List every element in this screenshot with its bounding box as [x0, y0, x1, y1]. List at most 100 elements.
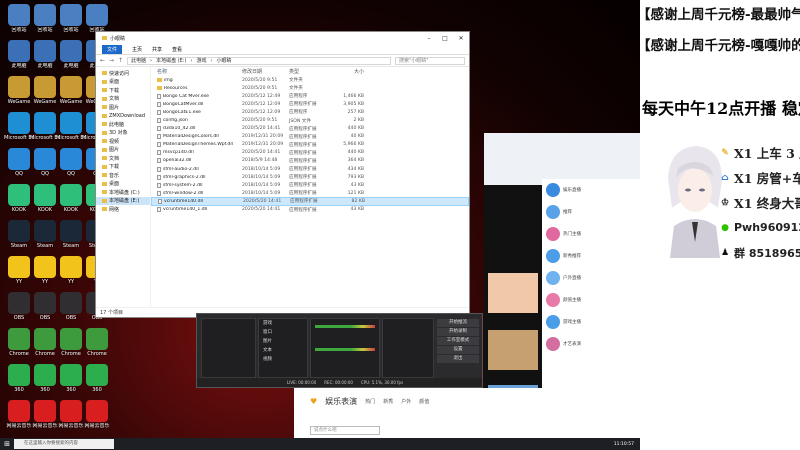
- breadcrumb-item[interactable]: 游戏: [196, 57, 206, 64]
- chat-input[interactable]: 说点什么吧: [310, 426, 380, 435]
- sidebar-item[interactable]: 本地磁盘 (E:): [96, 196, 150, 205]
- stream-thumbnails: [484, 185, 542, 388]
- tab-home[interactable]: 主页: [132, 46, 142, 53]
- file-row[interactable]: config.json 2020/5/20 9:51 JSON 文件 2 KB: [151, 116, 469, 124]
- obs-control-button[interactable]: 退出: [437, 355, 479, 363]
- file-row[interactable]: d3dx10_42.dll 2020/5/20 14:41 应用程序扩展 440 KB: [151, 125, 469, 133]
- room-list-item[interactable]: 娱乐直播: [542, 179, 640, 201]
- sidebar-item[interactable]: 音乐: [96, 171, 150, 180]
- back-icon[interactable]: ←: [100, 57, 105, 64]
- file-row[interactable]: sfml-window-2.dll 2018/10/14 5:09 应用程序扩展 12…: [151, 189, 469, 197]
- sidebar-item[interactable]: 图片: [96, 103, 150, 112]
- file-icon: [157, 182, 161, 188]
- file-row[interactable]: openal32.dll 2018/5/9 14:48 应用程序扩展 364 KB: [151, 157, 469, 165]
- room-list-item[interactable]: 热门主播: [542, 223, 640, 245]
- room-list-item[interactable]: 游戏主播: [542, 311, 640, 333]
- file-row[interactable]: sfml-audio-2.dll 2018/10/14 5:09 应用程序扩展 434…: [151, 165, 469, 173]
- obs-control-button[interactable]: 工作室模式: [437, 337, 479, 345]
- desktop-shortcut[interactable]: 网易云音乐: [82, 400, 112, 429]
- desktop-shortcut[interactable]: 360: [82, 364, 112, 393]
- minimize-button[interactable]: –: [421, 35, 437, 42]
- obs-control-button[interactable]: 开始推流: [437, 319, 479, 327]
- sidebar-item[interactable]: 文档: [96, 154, 150, 163]
- obs-source-item[interactable]: 文本: [259, 346, 307, 355]
- column-name[interactable]: 名称: [157, 68, 242, 75]
- app-icon: [34, 220, 56, 242]
- column-size[interactable]: 大小: [334, 68, 364, 75]
- room-list-item[interactable]: 推荐: [542, 201, 640, 223]
- room-list-item[interactable]: 户外直播: [542, 267, 640, 289]
- close-button[interactable]: ✕: [453, 35, 469, 42]
- sidebar-item[interactable]: 文档: [96, 95, 150, 104]
- app-icon: [86, 400, 108, 422]
- column-type[interactable]: 类型: [289, 68, 334, 75]
- file-row[interactable]: vcruntime140.dll 2020/5/20 14:41 应用程序扩展 82 …: [151, 197, 469, 206]
- folder-icon: [102, 181, 107, 186]
- room-list-item[interactable]: 才艺表演: [542, 333, 640, 355]
- sidebar-item[interactable]: 本地磁盘 (C:): [96, 188, 150, 197]
- obs-source-item[interactable]: 窗口: [259, 328, 307, 337]
- desktop-shortcut[interactable]: 回收站: [82, 4, 112, 33]
- sidebar-item[interactable]: 快速访问: [96, 69, 150, 78]
- obs-source-item[interactable]: 图片: [259, 337, 307, 346]
- forward-icon[interactable]: →: [109, 57, 114, 64]
- tab-outdoor[interactable]: 户外: [401, 398, 411, 405]
- file-row[interactable]: BongoCatMver.dll 2020/5/12 12:09 应用程序扩展 3,9…: [151, 100, 469, 108]
- file-row[interactable]: MaterialDesignThemes.Wpf.dll 2019/12/31 2…: [151, 141, 469, 149]
- sidebar-item[interactable]: 此电脑: [96, 120, 150, 129]
- sidebar-item[interactable]: 下载: [96, 86, 150, 95]
- file-row[interactable]: sfml-system-2.dll 2018/10/14 5:09 应用程序扩展 43…: [151, 181, 469, 189]
- file-date: 2020/5/20 14:41: [242, 150, 281, 156]
- tab-file[interactable]: 文件: [102, 44, 123, 54]
- search-input[interactable]: 搜索"小眼睛": [395, 56, 465, 65]
- breadcrumb-item[interactable]: 此电脑: [131, 57, 146, 64]
- obs-source-item[interactable]: 游戏: [259, 319, 307, 328]
- maximize-button[interactable]: □: [437, 35, 453, 42]
- folder-icon: [102, 105, 107, 110]
- thumbnail[interactable]: [488, 273, 538, 313]
- file-row[interactable]: sfml-graphics-2.dll 2018/10/14 5:09 应用程序扩展…: [151, 173, 469, 181]
- tab-share[interactable]: 共享: [152, 46, 162, 53]
- perk-line: ♔ X1 终身大哥: [718, 190, 800, 215]
- sidebar-item[interactable]: 图片: [96, 146, 150, 155]
- sidebar-item[interactable]: 桌面: [96, 180, 150, 189]
- tab-looks[interactable]: 颜值: [419, 398, 429, 405]
- file-row[interactable]: vcruntime140_1.dll 2020/5/20 14:41 应用程序扩展 4…: [151, 206, 469, 214]
- file-row[interactable]: MaterialDesignColors.dll 2019/12/31 20:09…: [151, 133, 469, 141]
- breadcrumb-item[interactable]: 小眼睛: [216, 57, 231, 64]
- sidebar-item[interactable]: ZMXDownload: [96, 112, 150, 121]
- address-bar[interactable]: 此电脑 › 本地磁盘 (E:) › 游戏 › 小眼睛: [127, 56, 391, 65]
- file-row[interactable]: Resources 2020/5/20 9:51 文件夹: [151, 84, 469, 92]
- sidebar-item[interactable]: 3D 对象: [96, 129, 150, 138]
- sidebar-item[interactable]: 视频: [96, 137, 150, 146]
- tab-hot[interactable]: 热门: [365, 398, 375, 405]
- file-row[interactable]: img 2020/5/20 9:51 文件夹: [151, 76, 469, 84]
- windows-start-icon[interactable]: ⊞: [0, 440, 14, 448]
- app-icon: [60, 328, 82, 350]
- sidebar-item-label: 本地磁盘 (E:): [109, 198, 140, 205]
- app-icon: [60, 400, 82, 422]
- desktop-shortcut[interactable]: Chrome: [82, 328, 112, 357]
- folder-icon: [102, 96, 107, 101]
- thumbnail[interactable]: [488, 330, 538, 370]
- obs-control-button[interactable]: 开始录制: [437, 328, 479, 336]
- file-row[interactable]: BongoCatE1.exe 2020/5/12 12:09 应用程序 257 KB: [151, 108, 469, 116]
- file-row[interactable]: Bongo Cat Mver.exe 2020/5/12 12:49 应用程序 1,4…: [151, 92, 469, 100]
- column-date[interactable]: 修改日期: [242, 68, 289, 75]
- sidebar-item-label: 桌面: [109, 181, 120, 188]
- tab-new[interactable]: 新秀: [383, 398, 393, 405]
- sidebar-item[interactable]: 桌面: [96, 78, 150, 87]
- room-list-item[interactable]: 新秀推荐: [542, 245, 640, 267]
- obs-control-button[interactable]: 设置: [437, 346, 479, 354]
- taskbar-search[interactable]: 在这里输入你要搜索的内容: [14, 439, 114, 449]
- tent-icon: ⌂: [721, 172, 729, 183]
- up-icon[interactable]: ↑: [118, 57, 123, 64]
- sidebar-item[interactable]: 下载: [96, 163, 150, 172]
- room-name: 新秀推荐: [563, 254, 581, 259]
- room-list-item[interactable]: 颜值主播: [542, 289, 640, 311]
- file-row[interactable]: msvcp140.dll 2020/5/20 14:41 应用程序扩展 440 KB: [151, 149, 469, 157]
- sidebar-item[interactable]: 网络: [96, 205, 150, 214]
- tab-view[interactable]: 查看: [172, 46, 182, 53]
- obs-source-item[interactable]: 视频: [259, 355, 307, 364]
- breadcrumb-item[interactable]: 本地磁盘 (E:): [156, 57, 186, 64]
